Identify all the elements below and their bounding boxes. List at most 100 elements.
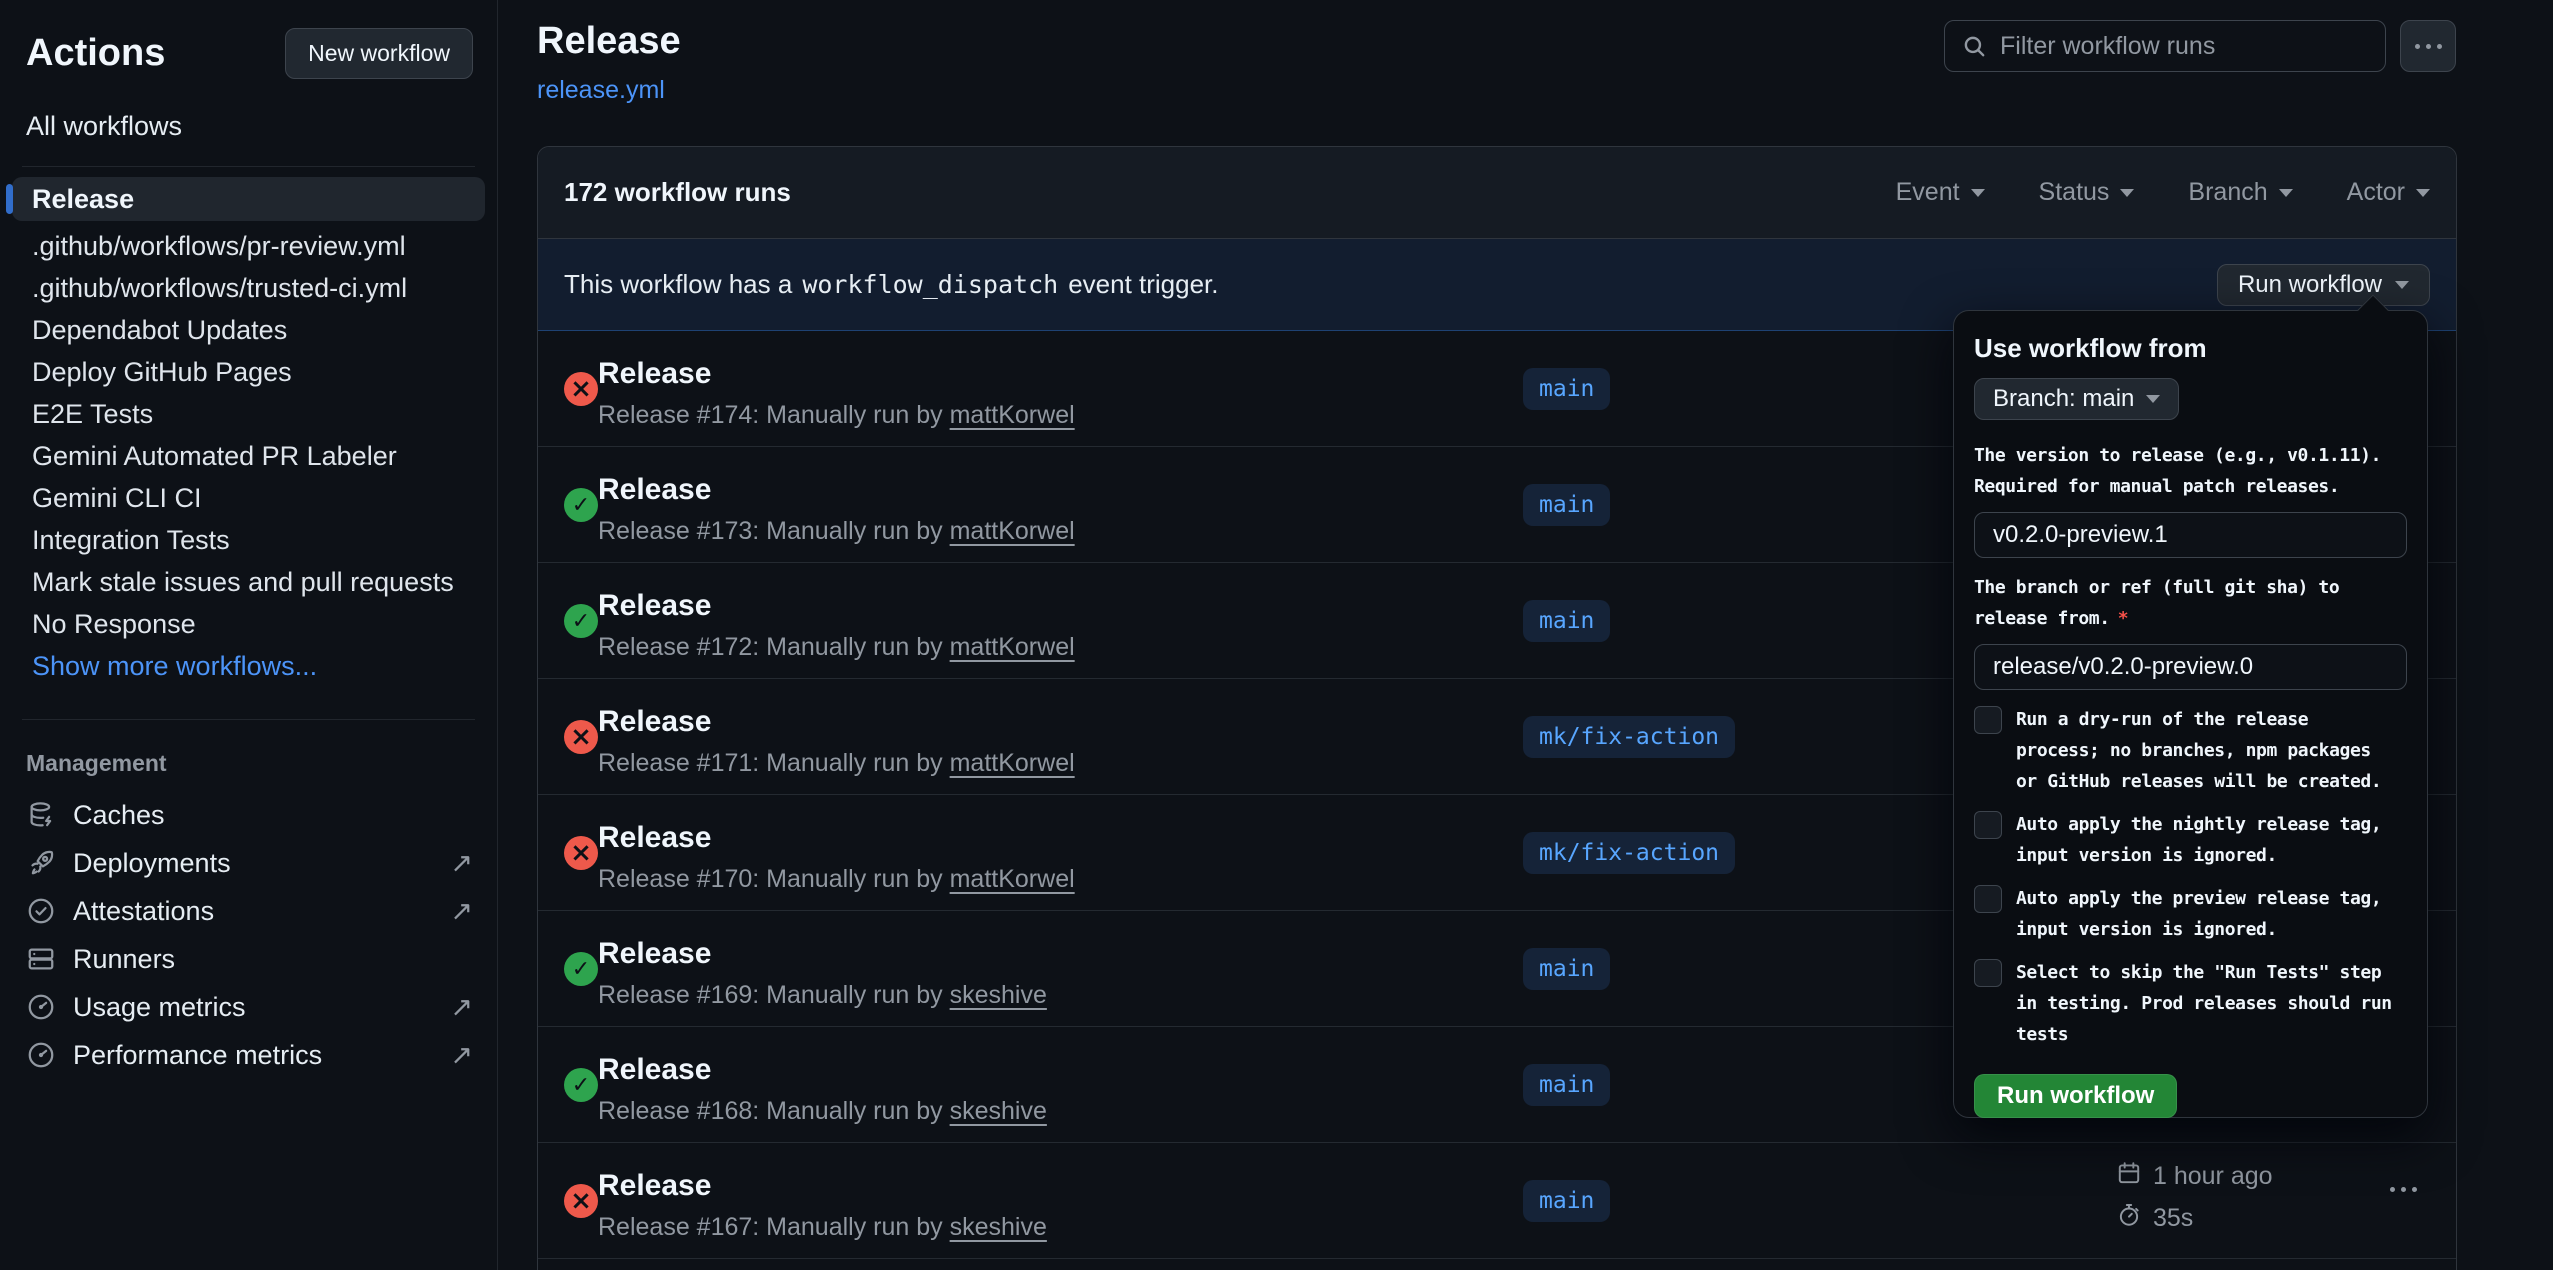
run-title: Release [598, 473, 711, 507]
check-circle-icon: ✓ [564, 604, 598, 638]
filter-runs-searchbar[interactable] [1944, 20, 2386, 72]
required-asterisk: * [2118, 608, 2128, 629]
run-title: Release [598, 705, 711, 739]
filter-branch[interactable]: Branch [2188, 178, 2292, 207]
run-duration: 35s [2116, 1202, 2273, 1235]
run-options-kebab-button[interactable] [2390, 1187, 2417, 1192]
filter-runs-input[interactable] [2000, 32, 2369, 61]
meter-icon [26, 992, 56, 1022]
external-link-icon: ↗ [450, 848, 473, 879]
meter-icon [26, 1040, 56, 1070]
workflow-input-checkbox-row[interactable]: Select to skip the "Run Tests" stepin te… [1974, 957, 2407, 1050]
sidebar-management-item[interactable]: Runners [0, 935, 497, 983]
run-subtitle: Release #170: Manually run by mattKorwel [598, 865, 1075, 894]
verified-badge-icon [26, 896, 56, 926]
popover-heading: Use workflow from [1974, 333, 2407, 364]
sidebar-workflow-item[interactable]: Release [12, 177, 485, 221]
calendar-icon [2116, 1160, 2142, 1193]
sidebar-workflow-item[interactable]: E2E Tests [12, 393, 485, 435]
workflow-input-checkbox-row[interactable]: Auto apply the preview release tag,input… [1974, 883, 2407, 945]
sidebar-workflow-item[interactable]: .github/workflows/trusted-ci.yml [12, 267, 485, 309]
branch-badge[interactable]: main [1523, 948, 1610, 990]
filter-event[interactable]: Event [1896, 178, 1985, 207]
run-subtitle: Release #173: Manually run by mattKorwel [598, 517, 1075, 546]
sidebar-workflow-item[interactable]: Gemini CLI CI [12, 477, 485, 519]
actor-link[interactable]: mattKorwel [950, 633, 1075, 661]
workflow-options-kebab-button[interactable] [2400, 20, 2456, 72]
workflow-input-checkbox-row[interactable]: Auto apply the nightly release tag,input… [1974, 809, 2407, 871]
workflow-list: Release .github/workflows/pr-review.yml … [0, 167, 497, 693]
actor-link[interactable]: mattKorwel [950, 401, 1075, 429]
workflow-run-row[interactable]: × Release Release #167: Manually run by … [538, 1143, 2456, 1259]
actor-link[interactable]: mattKorwel [950, 517, 1075, 545]
ref-input[interactable] [1974, 644, 2407, 690]
branch-badge[interactable]: main [1523, 1064, 1610, 1106]
sidebar-management-item[interactable]: Attestations ↗ [0, 887, 497, 935]
actor-link[interactable]: mattKorwel [950, 865, 1075, 893]
branch-badge[interactable]: main [1523, 484, 1610, 526]
run-workflow-popover: Use workflow from Branch: main The versi… [1953, 310, 2428, 1118]
workflow-input-checkbox-row[interactable]: Run a dry-run of the releaseprocess; no … [1974, 704, 2407, 797]
workflow-file-link[interactable]: release.yml [537, 76, 665, 105]
banner-event-code: workflow_dispatch [802, 270, 1058, 299]
branch-badge[interactable]: main [1523, 368, 1610, 410]
run-workflow-submit-button[interactable]: Run workflow [1974, 1074, 2177, 1118]
sidebar-workflow-item[interactable]: Dependabot Updates [12, 309, 485, 351]
actor-link[interactable]: skeshive [950, 981, 1047, 1009]
version-input-description: The version to release (e.g., v0.1.11).R… [1974, 440, 2407, 502]
branch-badge[interactable]: main [1523, 600, 1610, 642]
sidebar-workflow-item[interactable]: Mark stale issues and pull requests [12, 561, 485, 603]
sidebar-workflow-item[interactable]: Deploy GitHub Pages [12, 351, 485, 393]
actor-link[interactable]: skeshive [950, 1213, 1047, 1241]
run-subtitle: Release #174: Manually run by mattKorwel [598, 401, 1075, 430]
ref-input-description: The branch or ref (full git sha) torelea… [1974, 572, 2407, 634]
check-circle-icon: ✓ [564, 488, 598, 522]
sidebar-management-item[interactable]: Usage metrics ↗ [0, 983, 497, 1031]
actor-link[interactable]: mattKorwel [950, 749, 1075, 777]
actions-sidebar: Actions New workflow All workflows Relea… [0, 0, 498, 1270]
checkbox[interactable] [1974, 959, 2002, 987]
run-workflow-dropdown-button[interactable]: Run workflow [2217, 264, 2430, 306]
branch-badge[interactable]: mk/fix-action [1523, 832, 1735, 874]
run-title: Release [598, 589, 711, 623]
run-title: Release [598, 1053, 711, 1087]
x-circle-icon: × [564, 1184, 598, 1218]
run-meta: 1 hour ago35s [2116, 1160, 2273, 1235]
sidebar-workflow-item[interactable]: Integration Tests [12, 519, 485, 561]
branch-badge[interactable]: main [1523, 1180, 1610, 1222]
branch-badge[interactable]: mk/fix-action [1523, 716, 1735, 758]
sidebar-management-item[interactable]: Performance metrics ↗ [0, 1031, 497, 1079]
run-subtitle: Release #167: Manually run by skeshive [598, 1213, 1047, 1242]
run-title: Release [598, 821, 711, 855]
run-subtitle: Release #168: Manually run by skeshive [598, 1097, 1047, 1126]
run-subtitle: Release #172: Manually run by mattKorwel [598, 633, 1075, 662]
filter-actor[interactable]: Actor [2347, 178, 2430, 207]
new-workflow-button[interactable]: New workflow [285, 28, 473, 79]
chevron-down-icon [2416, 189, 2430, 197]
management-section-label: Management [0, 720, 497, 791]
checkbox[interactable] [1974, 706, 2002, 734]
branch-selector-button[interactable]: Branch: main [1974, 378, 2179, 420]
version-input[interactable] [1974, 512, 2407, 558]
kebab-icon [2415, 44, 2420, 49]
actor-link[interactable]: skeshive [950, 1097, 1047, 1125]
sidebar-title: Actions [26, 32, 165, 75]
chevron-down-icon [2395, 281, 2409, 289]
sidebar-management-item[interactable]: Caches [0, 791, 497, 839]
sidebar-management-item[interactable]: Deployments ↗ [0, 839, 497, 887]
sidebar-workflow-item[interactable]: .github/workflows/pr-review.yml [12, 225, 485, 267]
check-circle-icon: ✓ [564, 1068, 598, 1102]
runs-filters: Event Status Branch Actor [1896, 178, 2430, 207]
chevron-down-icon [1971, 189, 1985, 197]
checkbox[interactable] [1974, 811, 2002, 839]
sidebar-workflow-item[interactable]: Show more workflows... [12, 645, 485, 687]
sidebar-item-all-workflows[interactable]: All workflows [26, 111, 471, 142]
external-link-icon: ↗ [450, 896, 473, 927]
database-icon [26, 800, 56, 830]
banner-text-pre: This workflow has a [564, 269, 792, 300]
filter-status[interactable]: Status [2039, 178, 2135, 207]
rocket-icon [26, 848, 56, 878]
sidebar-workflow-item[interactable]: Gemini Automated PR Labeler [12, 435, 485, 477]
checkbox[interactable] [1974, 885, 2002, 913]
sidebar-workflow-item[interactable]: No Response [12, 603, 485, 645]
